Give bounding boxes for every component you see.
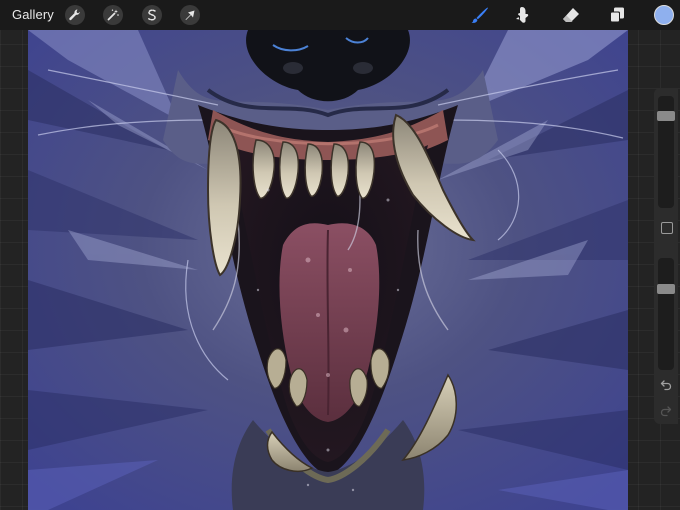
brush-size-slider[interactable] <box>657 96 675 208</box>
opacity-slider[interactable] <box>657 258 675 370</box>
artwork-illustration <box>28 30 628 510</box>
procreate-app: Gallery <box>0 0 680 510</box>
redo-icon[interactable] <box>659 404 673 418</box>
gallery-button[interactable]: Gallery <box>12 7 54 22</box>
modify-square-icon[interactable] <box>661 222 673 234</box>
adjustments-magic-wand-icon[interactable] <box>103 5 123 25</box>
brush-icon[interactable] <box>470 5 490 25</box>
drawing-canvas[interactable] <box>28 30 628 510</box>
smudge-icon[interactable] <box>513 5 533 25</box>
transform-arrow-icon[interactable] <box>180 5 200 25</box>
layers-icon[interactable] <box>607 5 627 25</box>
top-toolbar: Gallery <box>0 0 680 30</box>
opacity-slider-thumb[interactable] <box>657 284 675 294</box>
eraser-icon[interactable] <box>561 5 581 25</box>
actions-wrench-icon[interactable] <box>65 5 85 25</box>
right-sidebar <box>654 88 678 424</box>
undo-icon[interactable] <box>659 378 673 392</box>
color-picker-swatch[interactable] <box>654 5 674 25</box>
brush-size-slider-thumb[interactable] <box>657 111 675 121</box>
selection-s-icon[interactable] <box>142 5 162 25</box>
